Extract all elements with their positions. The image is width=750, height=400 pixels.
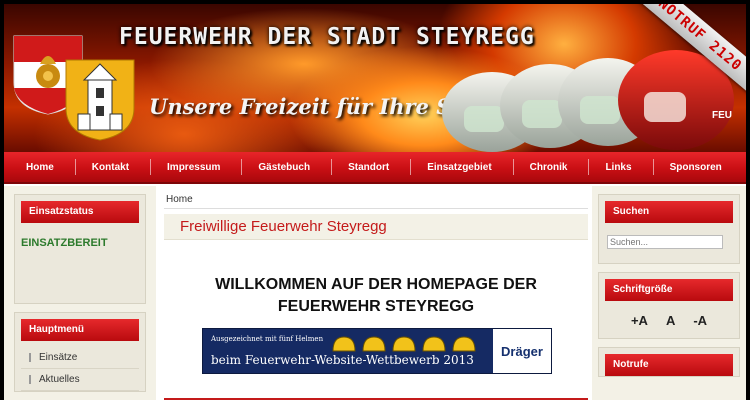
- menu-item-label: Aktuelles: [39, 374, 80, 385]
- nav-item-einsatzgebiet[interactable]: Einsatzgebiet: [411, 158, 515, 175]
- search-input[interactable]: [607, 235, 723, 249]
- status-box: Einsatzstatus EINSATZBEREIT: [14, 194, 146, 304]
- search-box-title: Suchen: [605, 201, 733, 223]
- notruf-box-title: Notrufe: [605, 354, 733, 376]
- main-column: Home Freiwillige Feuerwehr Steyregg WILL…: [156, 186, 592, 400]
- svg-text:FEU: FEU: [712, 110, 732, 121]
- fontsize-box-title: Schriftgröße: [605, 279, 733, 301]
- site-header: FEUERWEHR DER STADT STEYREGG Unsere Frei…: [4, 4, 746, 152]
- main-menu-title: Hauptmenü: [21, 319, 139, 341]
- breadcrumb-divider: [164, 208, 588, 209]
- award-banner[interactable]: Ausgezeichnet mit fünf Helmen beim Feuer…: [202, 328, 552, 374]
- status-box-title: Einsatzstatus: [21, 201, 139, 223]
- nav-item-chronik[interactable]: Chronik: [514, 158, 590, 175]
- fontsize-box: Schriftgröße +A A -A: [598, 272, 740, 339]
- banner-bottom-text: beim Feuerwehr-Website-Wettbewerb 2013: [211, 353, 474, 367]
- page-frame: FEUERWEHR DER STADT STEYREGG Unsere Frei…: [4, 4, 746, 400]
- steyregg-tower-crest-icon: [65, 59, 135, 141]
- welcome-line-2: FEUERWEHR STEYREGG: [277, 298, 475, 315]
- left-sidebar: Einsatzstatus EINSATZBEREIT Hauptmenü Ei…: [14, 194, 146, 400]
- font-increase-button[interactable]: +A: [631, 313, 648, 328]
- welcome-heading: WILLKOMMEN AUF DER HOMEPAGE DER FEUERWEH…: [164, 274, 588, 318]
- menu-item-einsaetze[interactable]: Einsätze: [21, 347, 139, 369]
- helmets-image: FEU: [442, 50, 734, 152]
- award-helmets-icon: [332, 336, 476, 352]
- menu-item-aktuelles[interactable]: Aktuelles: [21, 369, 139, 391]
- search-box-body: [599, 223, 739, 263]
- banner-top-text: Ausgezeichnet mit fünf Helmen: [211, 335, 324, 343]
- draeger-logo: Dräger: [493, 329, 551, 373]
- main-menu-box: Hauptmenü Einsätze Aktuelles: [14, 312, 146, 392]
- breadcrumb[interactable]: Home: [166, 194, 193, 205]
- nav-item-home[interactable]: Home: [10, 158, 76, 175]
- page-title: Freiwillige Feuerwehr Steyregg: [164, 214, 588, 240]
- bullet-icon: [29, 353, 31, 362]
- menu-item-label: Einsätze: [39, 352, 78, 363]
- search-box: Suchen: [598, 194, 740, 264]
- nav-item-links[interactable]: Links: [589, 158, 654, 175]
- nav-item-standort[interactable]: Standort: [332, 158, 412, 175]
- status-badge: EINSATZBEREIT: [21, 237, 108, 249]
- nav-item-sponsoren[interactable]: Sponsoren: [654, 162, 744, 173]
- bullet-icon: [29, 375, 31, 384]
- nav-item-impressum[interactable]: Impressum: [151, 158, 243, 175]
- site-title: FEUERWEHR DER STADT STEYREGG: [119, 24, 535, 50]
- main-menu-list: Einsätze Aktuelles: [15, 341, 145, 391]
- fontsize-controls: +A A -A: [599, 301, 739, 338]
- nav-item-kontakt[interactable]: Kontakt: [76, 158, 152, 175]
- welcome-line-1: WILLKOMMEN AUF DER HOMEPAGE DER: [215, 276, 537, 293]
- main-navigation: Home Kontakt Impressum Gästebuch Standor…: [4, 152, 746, 184]
- content-area: Einsatzstatus EINSATZBEREIT Hauptmenü Ei…: [4, 186, 746, 400]
- nav-item-gaestebuch[interactable]: Gästebuch: [242, 158, 332, 175]
- right-sidebar: Suchen Schriftgröße +A A -A Notrufe: [598, 194, 740, 385]
- font-decrease-button[interactable]: -A: [693, 313, 707, 328]
- notruf-box: Notrufe: [598, 347, 740, 377]
- font-reset-button[interactable]: A: [666, 313, 675, 328]
